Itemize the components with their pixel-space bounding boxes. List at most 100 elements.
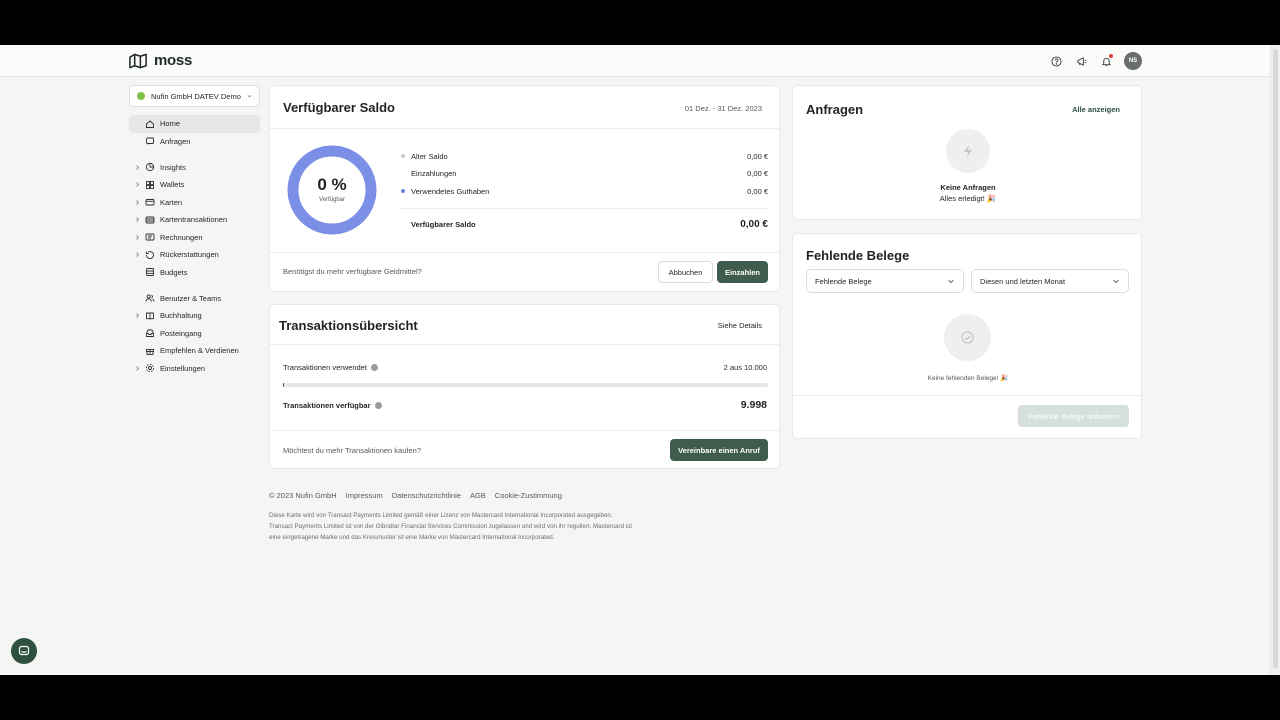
org-switcher[interactable]: Nufin GmbH DATEV Demo xyxy=(129,85,260,107)
sidebar-item-buchhaltung[interactable]: Buchhaltung xyxy=(129,307,260,325)
sidebar-item-wallets[interactable]: Wallets xyxy=(129,176,260,194)
brand-logo[interactable]: moss xyxy=(129,52,192,69)
sidebar-item-posteingang[interactable]: Posteingang xyxy=(129,325,260,343)
schedule-call-button[interactable]: Vereinbare einen Anruf xyxy=(670,439,768,461)
transactions-card: Transaktionsübersicht Siehe Details Tran… xyxy=(269,304,780,469)
chevron-down-icon xyxy=(1113,279,1119,284)
sidebar-item-label: Posteingang xyxy=(160,328,202,338)
balance-total-row: Verfügbarer Saldo 0,00 € xyxy=(400,217,768,231)
chevron-right-icon[interactable] xyxy=(134,164,141,171)
footer-link[interactable]: Datenschutzrichtlinie xyxy=(392,491,461,500)
balance-date-range: 01 Dez. - 31 Dez. 2023 xyxy=(684,104,762,113)
requests-empty-illustration xyxy=(946,129,990,173)
chevron-right-icon[interactable] xyxy=(134,216,141,223)
page-scrollbar[interactable] xyxy=(1270,45,1280,675)
scrollbar-thumb[interactable] xyxy=(1273,49,1278,669)
sidebar-item-label: Insights xyxy=(160,162,186,172)
sidebar-item-empfehlen-verdienen[interactable]: Empfehlen & Verdienen xyxy=(129,342,260,360)
bell-icon[interactable] xyxy=(1099,53,1114,69)
legend-bullet xyxy=(401,154,405,158)
missing-receipts-divider xyxy=(793,395,1141,396)
sidebar-item-label: Einstellungen xyxy=(160,363,206,373)
gift-icon xyxy=(146,348,154,355)
missing-receipts-card: Fehlende Belege Fehlende Belege Diesen u… xyxy=(792,233,1142,439)
transactions-used-row: Transaktionen verwendet xyxy=(283,363,378,372)
legend-bullet xyxy=(401,189,405,193)
requests-empty-title: Keine Anfragen xyxy=(940,183,996,192)
support-chat-button[interactable] xyxy=(11,638,37,664)
org-status-dot xyxy=(137,92,145,100)
help-icon[interactable] xyxy=(1049,54,1064,69)
notification-badge xyxy=(1109,53,1113,58)
footer-link[interactable]: Cookie-Zustimmung xyxy=(495,491,562,500)
missing-receipts-empty-illustration xyxy=(944,314,991,361)
header-actions: NS xyxy=(1049,52,1142,70)
app-viewport: moss NS Nufin GmbH DATEV Demo Home Anfrag… xyxy=(0,45,1280,675)
info-icon[interactable] xyxy=(374,402,382,409)
balance-row: Einzahlungen 0,00 € xyxy=(400,167,768,181)
footer-copyright: © 2023 Nufin GmbH xyxy=(269,491,337,500)
balance-row: Verwendetes Guthaben 0,00 € xyxy=(400,184,768,198)
sidebar-item-label: Karten xyxy=(160,197,183,207)
chevron-right-icon[interactable] xyxy=(134,199,141,206)
transactions-available-row: Transaktionen verfügbar xyxy=(283,401,382,410)
balance-row-label: Alter Saldo xyxy=(411,151,448,161)
transactions-available-label: Transaktionen verfügbar xyxy=(283,401,371,410)
sidebar-item-kartentransaktionen[interactable]: Kartentransaktionen xyxy=(129,211,260,229)
users-icon xyxy=(145,294,155,302)
request-missing-receipts-button[interactable]: Fehlende Belege anfordern xyxy=(1018,405,1129,427)
footer-legal-text: Diese Karte wird von Transact Payments L… xyxy=(269,512,632,541)
invoice-icon xyxy=(145,233,155,241)
sidebar-item-label: Rechnungen xyxy=(160,232,203,242)
sidebar-item-insights[interactable]: Insights xyxy=(129,159,260,177)
user-avatar[interactable]: NS xyxy=(1124,52,1142,70)
footer-link[interactable]: AGB xyxy=(470,491,486,500)
transactions-used-label: Transaktionen verwendet xyxy=(283,363,367,372)
check-circle-icon xyxy=(961,331,974,344)
refund-icon xyxy=(146,250,154,259)
balance-footer-question: Benötigst du mehr verfügbare Geldmittel? xyxy=(283,267,422,276)
chevron-right-icon[interactable] xyxy=(134,312,141,319)
chevron-right-icon[interactable] xyxy=(134,251,141,258)
sidebar-item-label: Home xyxy=(160,119,181,129)
transactions-title: Transaktionsübersicht xyxy=(279,318,418,333)
info-icon[interactable] xyxy=(370,364,378,371)
chevron-right-icon[interactable] xyxy=(134,181,141,188)
sidebar-item-label: Kartentransaktionen xyxy=(160,215,228,225)
sidebar-nav: Home Anfragen Insights Wallets Karten Kartent… xyxy=(129,115,260,377)
transactions-available-value: 9.998 xyxy=(740,399,767,411)
sidebar-item-label: Buchhaltung xyxy=(160,311,202,321)
sidebar-item-rechnungen[interactable]: Rechnungen xyxy=(129,229,260,247)
missing-receipts-type-select[interactable]: Fehlende Belege xyxy=(806,269,964,293)
transactions-footer-question: Möchtest du mehr Transaktionen kaufen? xyxy=(283,446,421,455)
chevron-right-icon[interactable] xyxy=(134,234,141,241)
chevron-right-icon[interactable] xyxy=(134,365,141,372)
megaphone-icon[interactable] xyxy=(1074,54,1089,69)
requests-title: Anfragen xyxy=(806,102,864,117)
legend-bullet-empty xyxy=(401,172,405,176)
sidebar-item-rückerstattungen[interactable]: Rückerstattungen xyxy=(129,246,260,264)
balance-row-label: Verwendetes Guthaben xyxy=(411,186,490,196)
brand-name: moss xyxy=(154,52,192,69)
sidebar-item-budgets[interactable]: Budgets xyxy=(129,264,260,282)
book-icon xyxy=(146,312,154,320)
transactions-details-link[interactable]: Siehe Details xyxy=(718,321,762,330)
transactions-progress-fill xyxy=(283,383,285,387)
sidebar-item-benutzer-teams[interactable]: Benutzer & Teams xyxy=(129,290,260,308)
deposit-button[interactable]: Einzahlen xyxy=(717,261,768,283)
sidebar-item-anfragen[interactable]: Anfragen xyxy=(129,133,260,151)
gear-icon xyxy=(145,364,155,373)
missing-receipts-period-select[interactable]: Diesen und letzten Monat xyxy=(971,269,1129,293)
balance-total-divider xyxy=(400,208,768,209)
sidebar-item-einstellungen[interactable]: Einstellungen xyxy=(129,360,260,378)
footer-link[interactable]: Impressum xyxy=(346,491,383,500)
transactions-progress-track xyxy=(283,383,768,387)
balance-row-label: Einzahlungen xyxy=(411,169,457,178)
requests-show-all-link[interactable]: Alle anzeigen xyxy=(1072,105,1120,114)
withdraw-button[interactable]: Abbuchen xyxy=(658,261,713,283)
pie-icon xyxy=(145,163,155,172)
sidebar-item-home[interactable]: Home xyxy=(129,115,260,133)
sidebar-item-karten[interactable]: Karten xyxy=(129,194,260,212)
